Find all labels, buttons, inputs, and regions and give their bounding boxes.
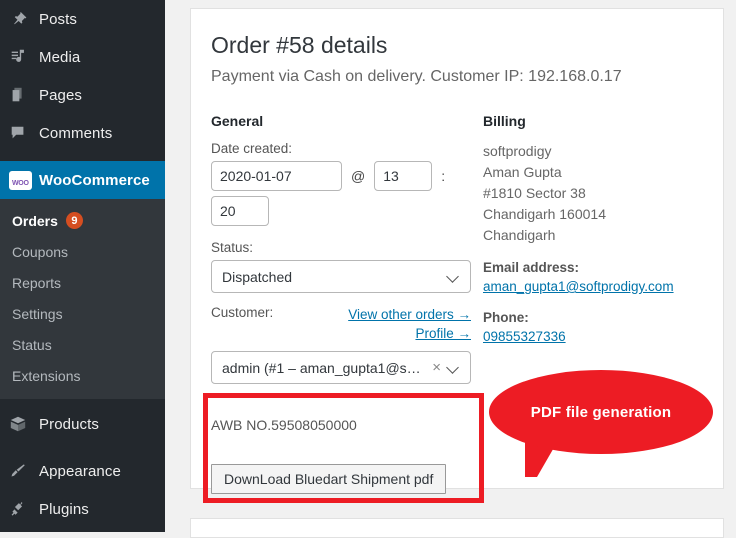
close-icon[interactable]: × [432,359,441,376]
sidebar-item-orders[interactable]: Orders 9 [0,205,165,236]
sidebar-item-label: Media [39,48,81,66]
sidebar-item-woocommerce[interactable]: WOO WooCommerce [0,161,173,199]
sidebar-item-label: Posts [39,10,78,28]
pdf-generation-callout: PDF file generation [489,370,713,454]
submenu-label: Reports [12,274,62,291]
date-created-row: @ : [211,161,471,226]
general-section: General Date created: @ : Status: Dispat… [211,113,471,384]
customer-select-wrap: admin (#1 – aman_gupta1@soft... × [211,351,471,384]
customer-row: Customer: View other orders → Profile → [211,305,471,349]
sidebar-item-label: Pages [39,86,83,104]
woocommerce-submenu: Orders 9 Coupons Reports Settings Status… [0,199,165,399]
billing-line: softprodigy [483,143,552,159]
general-heading: General [211,113,264,129]
media-icon [9,48,39,66]
sidebar-item-label: Products [39,415,99,433]
email-address-label: Email address: [483,260,580,275]
profile-link[interactable]: Profile → [348,324,471,343]
minute-input[interactable] [211,196,269,226]
products-icon [9,415,39,433]
date-created-label: Date created: [211,141,293,156]
sidebar-item-comments[interactable]: Comments [0,114,165,152]
sidebar-item-label: WooCommerce [39,171,150,189]
billing-line: Chandigarh [483,227,556,243]
sidebar-item-label: Appearance [39,462,121,480]
customer-select-value: admin (#1 – aman_gupta1@soft... [222,359,429,376]
status-select[interactable]: Dispatched [211,260,471,293]
status-select-wrap: Dispatched [211,260,471,293]
phone-label: Phone: [483,310,529,325]
download-bluedart-shipment-pdf-button[interactable]: DownLoad Bluedart Shipment pdf [211,464,447,494]
appearance-icon [9,462,39,480]
sidebar-item-products[interactable]: Products [0,405,165,443]
sidebar-item-plugins[interactable]: Plugins [0,490,165,528]
sidebar-item-extensions[interactable]: Extensions [0,360,165,391]
pages-icon [9,86,39,104]
submenu-label: Coupons [12,243,69,260]
comments-icon [9,124,39,142]
sidebar-item-posts[interactable]: Posts [0,0,165,38]
submenu-label: Orders [12,212,58,229]
chevron-down-icon [447,270,460,283]
sidebar-item-coupons[interactable]: Coupons [0,236,165,267]
sidebar-item-status[interactable]: Status [0,329,165,360]
pin-icon [9,10,39,28]
sidebar-item-reports[interactable]: Reports [0,267,165,298]
menu-separator [0,152,165,161]
sidebar-item-label: Comments [39,124,113,142]
sidebar-item-label: Plugins [39,500,89,518]
sidebar-item-appearance[interactable]: Appearance [0,452,165,490]
billing-line: #1810 Sector 38 [483,185,586,201]
main-content: Order #58 details Payment via Cash on de… [165,0,736,538]
billing-line: Chandigarh 160014 [483,206,606,222]
admin-sidebar: Posts Media Pages Comments WOO WooCommer… [0,0,173,532]
sidebar-item-settings[interactable]: Settings [0,298,165,329]
orders-count-badge: 9 [65,212,83,229]
menu-separator [0,443,165,452]
billing-line: Aman Gupta [483,164,562,180]
at-symbol: @ [351,168,366,184]
customer-links: View other orders → Profile → [348,305,471,343]
status-label: Status: [211,240,254,255]
email-address-link[interactable]: aman_gupta1@softprodigy.com [483,277,723,296]
awb-number-text: AWB NO.59508050000 [211,417,357,433]
woocommerce-icon: WOO [9,170,39,190]
billing-heading: Billing [483,113,526,129]
page-title: Order #58 details [211,32,388,58]
sidebar-item-media[interactable]: Media [0,38,165,76]
colon-symbol: : [441,168,446,184]
date-created-input[interactable] [211,161,342,191]
submenu-label: Status [12,336,52,353]
sidebar-item-pages[interactable]: Pages [0,76,165,114]
submenu-label: Extensions [12,367,81,384]
billing-section: Billing softprodigy Aman Gupta #1810 Sec… [483,113,723,346]
phone-link[interactable]: 09855327336 [483,327,723,346]
chevron-down-icon [447,361,460,374]
view-other-orders-link[interactable]: View other orders → [348,305,471,324]
hour-input[interactable] [374,161,433,191]
plugins-icon [9,500,39,518]
next-section-card [190,518,724,538]
order-subtitle: Payment via Cash on delivery. Customer I… [211,68,622,85]
customer-select[interactable]: admin (#1 – aman_gupta1@soft... × [211,351,471,384]
status-select-value: Dispatched [222,268,293,285]
submenu-label: Settings [12,305,63,322]
